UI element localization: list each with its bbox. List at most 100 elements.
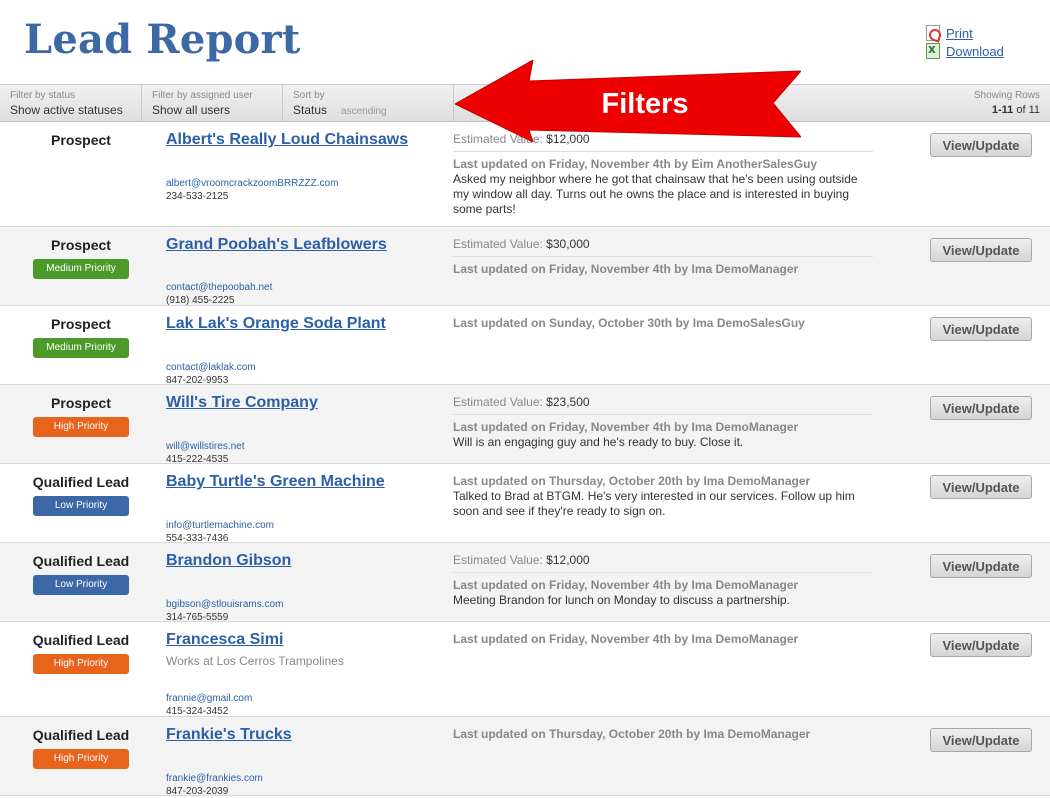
lead-note: Asked my neighbor where he got that chai… <box>453 172 873 217</box>
contact-email[interactable]: will@willstires.net <box>166 440 245 453</box>
contact-info: albert@vroomcrackzoomBRRZZZ.com234-533-2… <box>166 177 338 203</box>
spreadsheet-icon <box>926 43 940 59</box>
contact-info: contact@laklak.com847-202-9953 <box>166 361 256 387</box>
lead-details: Estimated Value: $12,000 Last updated on … <box>453 553 873 608</box>
lead-note: Meeting Brandon for lunch on Monday to d… <box>453 593 873 608</box>
download-action[interactable]: Download <box>926 42 1004 60</box>
status-filter[interactable]: Filter by status Show active statuses <box>0 85 142 121</box>
company-link[interactable]: Grand Poobah's Leafblowers <box>166 236 387 254</box>
contact-email[interactable]: contact@laklak.com <box>166 361 256 374</box>
lead-details: Estimated Value: $12,000Last updated on … <box>453 132 873 217</box>
company-link[interactable]: Frankie's Trucks <box>166 726 292 744</box>
user-filter-label: Filter by assigned user <box>152 90 272 102</box>
estimated-value-label: Estimated Value: <box>453 553 543 567</box>
contact-email[interactable]: info@turtlemachine.com <box>166 519 274 532</box>
view-update-button[interactable]: View/Update <box>930 554 1032 578</box>
print-link[interactable]: Print <box>946 26 973 41</box>
view-update-button[interactable]: View/Update <box>930 728 1032 752</box>
lead-company-cell: Albert's Really Loud Chainsawsalbert@vro… <box>166 131 438 149</box>
contact-info: contact@thepoobah.net(918) 455-2225 <box>166 281 272 307</box>
priority-badge: Medium Priority <box>33 338 129 358</box>
download-link[interactable]: Download <box>946 44 1004 59</box>
contact-email[interactable]: contact@thepoobah.net <box>166 281 272 294</box>
status-filter-value[interactable]: Show active statuses <box>10 102 131 118</box>
lead-status-cell: ProspectMedium Priority <box>0 316 162 358</box>
priority-badge: High Priority <box>33 654 129 674</box>
last-updated: Last updated on Thursday, October 20th b… <box>453 474 873 489</box>
view-update-button[interactable]: View/Update <box>930 317 1032 341</box>
lead-status: Prospect <box>0 132 162 148</box>
view-update-button[interactable]: View/Update <box>930 133 1032 157</box>
lead-company-cell: Baby Turtle's Green Machineinfo@turtlema… <box>166 473 438 491</box>
lead-status-cell: Qualified Lead High Priority <box>0 632 162 674</box>
last-updated: Last updated on Friday, November 4th by … <box>453 578 873 593</box>
row-range: 1-11 <box>992 104 1013 116</box>
lead-row: Qualified Lead High Priority Frankie's Tru… <box>0 717 1050 796</box>
last-updated: Last updated on Friday, November 4th by … <box>453 262 873 277</box>
lead-details: Estimated Value: $30,000Last updated on … <box>453 237 873 277</box>
lead-row: ProspectHigh PriorityWill's Tire Company… <box>0 385 1050 464</box>
lead-details: Last updated on Thursday, October 20th b… <box>453 727 873 742</box>
estimated-value: Estimated Value: $23,500 <box>453 395 873 415</box>
lead-company-cell: Grand Poobah's Leafblowerscontact@thepoo… <box>166 236 438 254</box>
contact-email[interactable]: frankie@frankies.com <box>166 772 263 785</box>
lead-status-cell: Qualified Lead Low Priority <box>0 553 162 595</box>
lead-details: Last updated on Friday, November 4th by … <box>453 632 873 647</box>
row-count-value: 1-11 of 11 <box>974 102 1040 118</box>
sort-value[interactable]: Status ascending <box>293 102 443 120</box>
contact-info: bgibson@stlouisrams.com314-765-5559 <box>166 598 283 624</box>
page-title: Lead Report <box>24 16 300 63</box>
lead-status-cell: ProspectMedium Priority <box>0 237 162 279</box>
print-action[interactable]: Print <box>926 24 1004 42</box>
lead-status: Qualified Lead <box>0 553 162 569</box>
export-actions: Print Download <box>926 24 1004 60</box>
contact-email[interactable]: albert@vroomcrackzoomBRRZZZ.com <box>166 177 338 190</box>
estimated-value: Estimated Value: $12,000 <box>453 553 873 573</box>
user-filter-value[interactable]: Show all users <box>152 102 272 118</box>
lead-status: Qualified Lead <box>0 727 162 743</box>
sort-control[interactable]: Sort by Statusascending <box>283 85 454 121</box>
lead-company-cell: Frankie's Trucksfrankie@frankies.com847-… <box>166 726 438 744</box>
view-update-button[interactable]: View/Update <box>930 633 1032 657</box>
lead-note: Talked to Brad at BTGM. He's very intere… <box>453 489 873 519</box>
lead-details: Last updated on Thursday, October 20th b… <box>453 474 873 519</box>
view-update-button[interactable]: View/Update <box>930 475 1032 499</box>
pdf-icon <box>926 25 940 41</box>
view-update-button[interactable]: View/Update <box>930 396 1032 420</box>
lead-status-cell: Prospect <box>0 132 162 148</box>
lead-company-cell: Francesca SimiWorks at Los Cerros Trampo… <box>166 631 438 668</box>
view-update-button[interactable]: View/Update <box>930 238 1032 262</box>
contact-info: frannie@gmail.com415-324-3452 <box>166 692 252 718</box>
priority-badge: Low Priority <box>33 575 129 595</box>
contact-email[interactable]: frannie@gmail.com <box>166 692 252 705</box>
last-updated: Last updated on Thursday, October 20th b… <box>453 727 873 742</box>
lead-note: Will is an engaging guy and he's ready t… <box>453 435 873 450</box>
contact-email[interactable]: bgibson@stlouisrams.com <box>166 598 283 611</box>
company-link[interactable]: Brandon Gibson <box>166 552 291 570</box>
sort-field[interactable]: Status <box>293 103 327 117</box>
row-count: Showing Rows 1-11 of 11 <box>974 90 1040 118</box>
lead-status: Qualified Lead <box>0 632 162 648</box>
lead-status: Prospect <box>0 237 162 253</box>
lead-status: Prospect <box>0 395 162 411</box>
company-link[interactable]: Baby Turtle's Green Machine <box>166 473 385 491</box>
company-link[interactable]: Francesca Simi <box>166 631 283 649</box>
company-link[interactable]: Will's Tire Company <box>166 394 318 412</box>
sort-direction[interactable]: ascending <box>341 106 387 117</box>
row-count-label: Showing Rows <box>974 90 1040 102</box>
lead-details: Last updated on Sunday, October 30th by … <box>453 316 873 331</box>
priority-badge: Low Priority <box>33 496 129 516</box>
lead-status: Qualified Lead <box>0 474 162 490</box>
lead-row: Qualified Lead High Priority Francesca Sim… <box>0 622 1050 717</box>
company-link[interactable]: Albert's Really Loud Chainsaws <box>166 131 408 149</box>
estimated-value-label: Estimated Value: <box>453 237 543 251</box>
status-filter-label: Filter by status <box>10 90 131 102</box>
user-filter[interactable]: Filter by assigned user Show all users <box>142 85 283 121</box>
lead-status-cell: Qualified Lead Low Priority <box>0 474 162 516</box>
priority-badge: High Priority <box>33 749 129 769</box>
company-link[interactable]: Lak Lak's Orange Soda Plant <box>166 315 386 333</box>
last-updated: Last updated on Friday, November 4th by … <box>453 157 873 172</box>
contact-phone: 234-533-2125 <box>166 190 338 203</box>
lead-row: Qualified Lead Low Priority Brandon Gibson… <box>0 543 1050 622</box>
estimated-value-amount: $12,000 <box>546 553 589 567</box>
